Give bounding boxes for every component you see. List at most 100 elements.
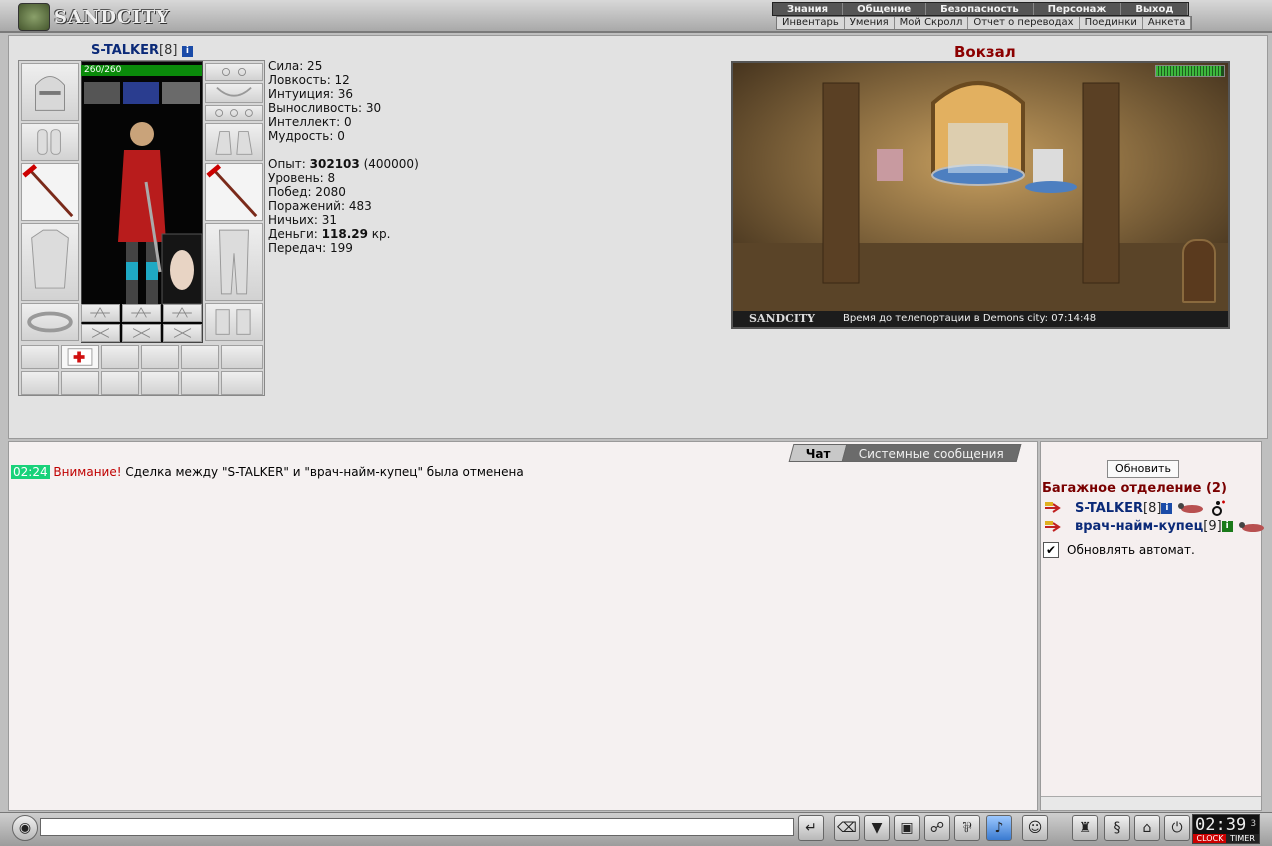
- scroll-slot-4[interactable]: [141, 345, 179, 369]
- location-brand: SANDCITY: [749, 312, 816, 325]
- helmet-slot[interactable]: [21, 63, 79, 121]
- bag-icon[interactable]: ♜: [1072, 815, 1098, 841]
- rune-slot-4[interactable]: [81, 324, 120, 342]
- primary-menu: Знания Общение Безопасность Персонаж Вых…: [772, 2, 1190, 16]
- scroll-slot-2[interactable]: [61, 345, 99, 369]
- draws-line: Ничьих: 31: [268, 213, 338, 227]
- scroll-slot-12[interactable]: [221, 371, 263, 395]
- boots-slot[interactable]: [205, 303, 263, 341]
- rune-slot-1[interactable]: [81, 304, 120, 322]
- bottom-toolbar: ◉ ↵ ⌫ ▼ ▣ ☍ ⅌ ♪ ☺ ♜ § ⌂ ⏻ 02:39 3 CLOCK …: [0, 812, 1272, 846]
- speaker-icon[interactable]: ◉: [12, 815, 38, 841]
- info-icon[interactable]: i: [181, 46, 193, 57]
- send-button[interactable]: ↵: [798, 815, 824, 841]
- character-name-line: S-TALKER[8] i: [91, 43, 193, 58]
- menu-inventory[interactable]: Инвентарь: [777, 17, 845, 29]
- logo[interactable]: SANDCITY: [18, 3, 170, 31]
- info-icon[interactable]: i: [1161, 502, 1173, 514]
- character-name[interactable]: S-TALKER: [91, 43, 159, 58]
- message-time[interactable]: 02:24: [11, 465, 50, 479]
- rune-icon: [132, 328, 151, 338]
- auto-refresh-label: Обновлять автомат.: [1067, 543, 1195, 557]
- scroll-icon[interactable]: §: [1104, 815, 1130, 841]
- room-title: Багажное отделение (2): [1042, 481, 1227, 496]
- save-icon[interactable]: ▣: [894, 815, 920, 841]
- character-level: [8]: [159, 43, 178, 58]
- auto-refresh: ✔ Обновлять автомат.: [1043, 542, 1195, 558]
- character-portrait[interactable]: [81, 61, 203, 343]
- exit-icon[interactable]: ⏻: [1164, 815, 1190, 841]
- legs-slot[interactable]: [205, 223, 263, 301]
- menu-security[interactable]: Безопасность: [926, 3, 1034, 15]
- rune-slot-6[interactable]: [163, 324, 202, 342]
- chat-tabs: Чат Системные сообщения: [788, 444, 1022, 462]
- user-name[interactable]: S-TALKER: [1075, 501, 1143, 516]
- rune-slot-5[interactable]: [122, 324, 161, 342]
- menu-duels[interactable]: Поединки: [1080, 17, 1143, 29]
- armor-slot[interactable]: [21, 223, 79, 301]
- menu-exit[interactable]: Выход: [1121, 3, 1189, 15]
- earrings-slot[interactable]: [205, 63, 263, 81]
- music-icon[interactable]: ♪: [986, 815, 1012, 841]
- eraser-icon[interactable]: ⌫: [834, 815, 860, 841]
- refresh-button[interactable]: Обновить: [1107, 460, 1179, 478]
- tab-chat[interactable]: Чат: [788, 444, 849, 462]
- scroll-slot-11[interactable]: [181, 371, 219, 395]
- horizontal-scrollbar[interactable]: [1041, 796, 1261, 810]
- scroll-slot-1[interactable]: [21, 345, 59, 369]
- info-icon[interactable]: i: [1221, 521, 1233, 532]
- run-icon[interactable]: ☍: [924, 815, 950, 841]
- scroll-slot-6[interactable]: [221, 345, 263, 369]
- rings-icon: [215, 109, 253, 117]
- private-message-icon[interactable]: [1043, 520, 1065, 534]
- location-view: SANDCITY Время до телепортации в Demons …: [731, 61, 1230, 329]
- scroll-slot-3[interactable]: [101, 345, 139, 369]
- menu-transfer-report[interactable]: Отчет о переводах: [968, 17, 1080, 29]
- leggings-icon: [219, 229, 249, 295]
- level-line: Уровень: 8: [268, 171, 336, 185]
- scroll-slot-5[interactable]: [181, 345, 219, 369]
- rune-slot-2[interactable]: [122, 304, 161, 322]
- transfers-line: Передач: 199: [268, 241, 353, 255]
- rune-slot-3[interactable]: [163, 304, 202, 322]
- filter-icon[interactable]: ▼: [864, 815, 890, 841]
- private-message-icon[interactable]: [1043, 501, 1065, 515]
- menu-knowledge[interactable]: Знания: [773, 3, 844, 15]
- scroll-slot-9[interactable]: [101, 371, 139, 395]
- character-pane: S-TALKER[8] i 260/260 Сила: 25 Ловкость:…: [8, 35, 1268, 439]
- belt-slot[interactable]: [21, 303, 79, 341]
- stat-strength: Сила: 25: [268, 59, 323, 73]
- menu-my-scroll[interactable]: Мой Скролл: [895, 17, 969, 29]
- losses-line: Поражений: 483: [268, 199, 372, 213]
- right-weapon-slot[interactable]: [205, 163, 263, 221]
- menu-communication[interactable]: Общение: [843, 3, 927, 15]
- message-text: Сделка между "S-TALKER" и "врач-найм-куп…: [121, 465, 524, 479]
- user-level: [8]: [1143, 500, 1162, 516]
- game-window: SANDCITY Знания Общение Безопасность Пер…: [0, 0, 1272, 846]
- top-bar: SANDCITY Знания Общение Безопасность Пер…: [0, 0, 1272, 33]
- gloves-slot[interactable]: [205, 123, 263, 161]
- scroll-slot-7[interactable]: [21, 371, 59, 395]
- scroll-slot-10[interactable]: [141, 371, 179, 395]
- bracers-slot[interactable]: [21, 123, 79, 161]
- hp-bar: 260/260: [81, 65, 202, 76]
- auto-refresh-checkbox[interactable]: ✔: [1043, 542, 1059, 558]
- rings-slot[interactable]: [205, 105, 263, 121]
- timer-label[interactable]: TIMER: [1226, 834, 1259, 843]
- amulet-slot[interactable]: [205, 83, 263, 103]
- menu-character[interactable]: Персонаж: [1034, 3, 1122, 15]
- smiley-icon[interactable]: ☺: [1022, 815, 1048, 841]
- belt-icon: [27, 311, 73, 333]
- left-weapon-slot[interactable]: [21, 163, 79, 221]
- user-name[interactable]: врач-найм-купец: [1075, 519, 1203, 534]
- chat-input[interactable]: [40, 818, 794, 836]
- menu-skills[interactable]: Умения: [845, 17, 895, 29]
- lock-icon[interactable]: ⌂: [1134, 815, 1160, 841]
- scroll-slot-8[interactable]: [61, 371, 99, 395]
- menu-profile[interactable]: Анкета: [1143, 17, 1192, 29]
- tab-system-messages[interactable]: Системные сообщения: [841, 444, 1022, 462]
- exit-door-icon[interactable]: [1182, 239, 1216, 303]
- character-stats: Сила: 25 Ловкость: 12 Интуиция: 36 Вынос…: [268, 59, 419, 255]
- clock-label[interactable]: CLOCK: [1193, 834, 1227, 843]
- pl-icon[interactable]: ⅌: [954, 815, 980, 841]
